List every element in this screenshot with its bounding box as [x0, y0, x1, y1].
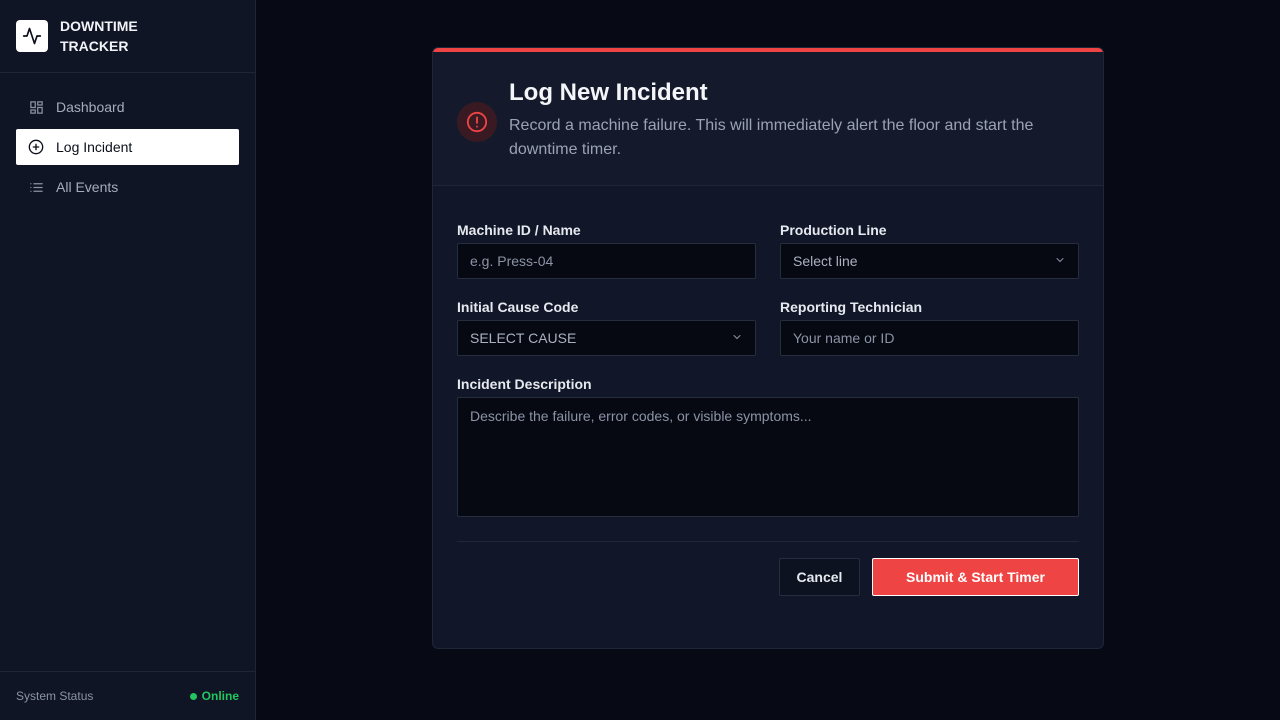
divider	[457, 541, 1079, 542]
machine-field: Machine ID / Name e.g. Press-04	[457, 222, 756, 279]
description-textarea[interactable]: Describe the failure, error codes, or vi…	[457, 397, 1079, 517]
line-field: Production Line Select line	[780, 222, 1079, 279]
line-label: Production Line	[780, 222, 887, 238]
plus-circle-icon	[28, 139, 44, 155]
status-label: System Status	[16, 689, 94, 703]
sidebar-item-label: Log Incident	[56, 139, 133, 155]
status-value: Online	[201, 689, 239, 703]
activity-pulse-icon	[16, 20, 48, 52]
tech-label: Reporting Technician	[780, 299, 923, 315]
line-select-value: Select line	[793, 253, 858, 269]
cause-label: Initial Cause Code	[457, 299, 579, 315]
description-placeholder: Describe the failure, error codes, or vi…	[470, 408, 812, 424]
cause-select-value: SELECT CAUSE	[470, 330, 577, 346]
status-dot-icon	[189, 692, 197, 700]
sidebar-item-all-events[interactable]: All Events	[16, 169, 239, 205]
incident-form-card: Log New Incident Record a machine failur…	[432, 47, 1104, 649]
incident-form: Machine ID / Name e.g. Press-04 Producti…	[433, 186, 1103, 596]
tech-placeholder: Your name or ID	[793, 330, 895, 346]
line-select[interactable]: Select line	[780, 243, 1079, 279]
sidebar-item-dashboard[interactable]: Dashboard	[16, 89, 239, 125]
chevron-down-icon	[1054, 253, 1066, 269]
form-actions: Cancel Submit & Start Timer	[457, 558, 1079, 596]
form-row: Incident Description Describe the failur…	[457, 376, 1079, 517]
page-subtitle: Record a machine failure. This will imme…	[509, 117, 1034, 158]
sidebar-item-log-incident[interactable]: Log Incident	[16, 129, 239, 165]
chevron-down-icon	[731, 330, 743, 346]
brand-title: DOWNTIME TRACKER	[60, 18, 138, 54]
cause-select[interactable]: SELECT CAUSE	[457, 320, 756, 356]
sidebar-item-label: All Events	[56, 179, 119, 195]
cause-field: Initial Cause Code SELECT CAUSE	[457, 299, 756, 356]
machine-placeholder: e.g. Press-04	[470, 253, 554, 269]
cancel-button[interactable]: Cancel	[779, 558, 860, 596]
form-row: Machine ID / Name e.g. Press-04 Producti…	[457, 222, 1079, 279]
list-icon	[28, 179, 44, 195]
alert-circle-icon	[457, 102, 497, 142]
machine-label: Machine ID / Name	[457, 222, 581, 238]
description-label: Incident Description	[457, 376, 592, 392]
tech-input[interactable]: Your name or ID	[780, 320, 1079, 356]
page-title: Log New Incident	[509, 79, 708, 106]
description-field: Incident Description Describe the failur…	[457, 376, 1079, 517]
submit-button[interactable]: Submit & Start Timer	[872, 558, 1079, 596]
header-text: Log New Incident Record a machine failur…	[509, 78, 1079, 185]
status-badge: Online	[189, 689, 239, 703]
sidebar-nav: Dashboard Log Incident All Events	[0, 73, 255, 205]
brand: DOWNTIME TRACKER	[0, 0, 255, 73]
sidebar-item-label: Dashboard	[56, 99, 125, 115]
form-row: Initial Cause Code SELECT CAUSE Reportin…	[457, 299, 1079, 356]
machine-input[interactable]: e.g. Press-04	[457, 243, 756, 279]
grid-icon	[28, 99, 44, 115]
system-status: System Status Online	[0, 671, 255, 720]
card-header: Log New Incident Record a machine failur…	[433, 52, 1103, 186]
sidebar: DOWNTIME TRACKER Dashboard Log Incident …	[0, 0, 256, 720]
tech-field: Reporting Technician Your name or ID	[780, 299, 1079, 356]
